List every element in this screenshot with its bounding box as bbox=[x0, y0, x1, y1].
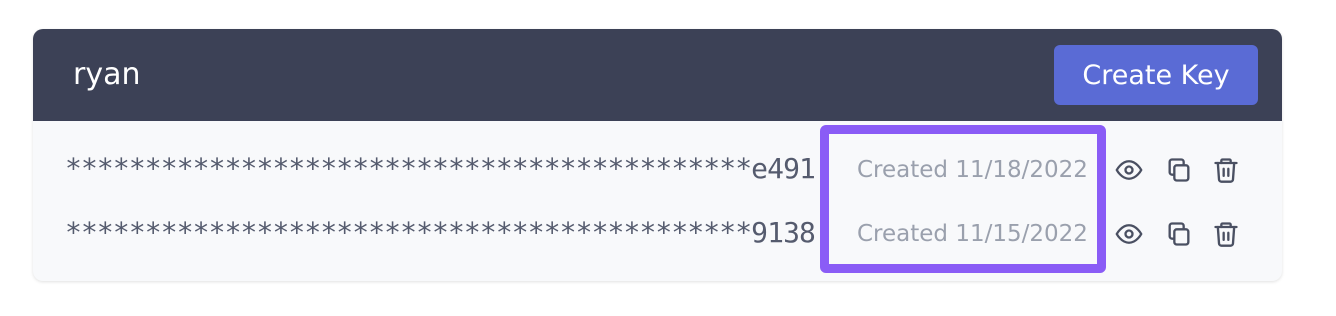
eye-icon[interactable] bbox=[1114, 155, 1144, 185]
api-keys-card: ryan Create Key ************************… bbox=[33, 29, 1282, 281]
key-created-date: Created 11/15/2022 bbox=[857, 221, 1088, 247]
eye-icon[interactable] bbox=[1114, 219, 1144, 249]
key-row: ****************************************… bbox=[33, 137, 1282, 201]
key-row: ****************************************… bbox=[33, 201, 1282, 265]
key-created-date: Created 11/18/2022 bbox=[857, 157, 1088, 183]
copy-icon[interactable] bbox=[1164, 155, 1194, 185]
user-name: ryan bbox=[73, 57, 141, 92]
trash-icon[interactable] bbox=[1211, 219, 1241, 249]
copy-icon[interactable] bbox=[1164, 219, 1194, 249]
card-header: ryan Create Key bbox=[33, 29, 1282, 121]
masked-key: ****************************************… bbox=[65, 216, 816, 249]
create-key-button[interactable]: Create Key bbox=[1054, 45, 1258, 105]
trash-icon[interactable] bbox=[1211, 155, 1241, 185]
masked-key: ****************************************… bbox=[65, 152, 816, 185]
